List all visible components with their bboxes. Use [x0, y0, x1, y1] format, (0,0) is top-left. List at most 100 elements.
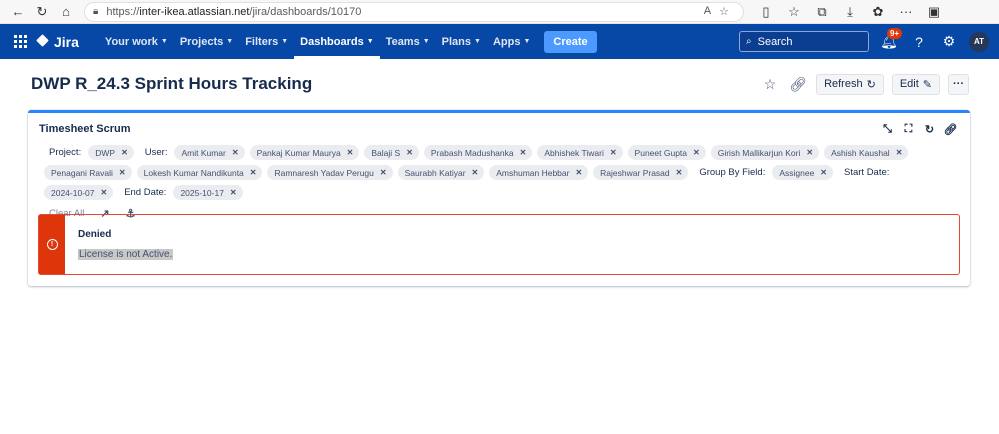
error-message: License is not Active.: [78, 249, 174, 260]
refresh-gadget-icon[interactable]: ↻: [922, 122, 937, 137]
remove-icon[interactable]: ✕: [232, 148, 239, 157]
user-chip[interactable]: Ashish Kaushal ✕: [824, 145, 909, 160]
remove-icon[interactable]: ✕: [896, 148, 903, 157]
dashboard-header: DWP R_24.3 Sprint Hours Tracking ☆ 🔗︎ Re…: [0, 59, 999, 109]
downloads-icon[interactable]: ⤓: [838, 2, 862, 22]
nav-your-work[interactable]: Your work ▼: [99, 24, 174, 59]
user-chip[interactable]: Amshuman Hebbar ✕: [489, 165, 589, 180]
favorites-icon[interactable]: ☆: [782, 2, 806, 22]
favorite-star-icon[interactable]: ☆: [719, 5, 729, 18]
url-prefix: https://: [106, 5, 140, 18]
remove-icon[interactable]: ✕: [820, 168, 827, 177]
collections-icon[interactable]: ⧉: [810, 2, 834, 22]
remove-icon[interactable]: ✕: [575, 168, 582, 177]
user-chip[interactable]: Amit Kumar ✕: [174, 145, 245, 160]
user-chip[interactable]: Penagani Ravali ✕: [44, 165, 132, 180]
chevron-down-icon: ▼: [226, 38, 234, 45]
read-aloud-icon[interactable]: A: [704, 5, 711, 18]
filter-bar: Project: DWP ✕ User: Amit Kumar ✕ Pankaj K…: [28, 145, 970, 200]
remove-icon[interactable]: ✕: [230, 188, 237, 197]
user-chip[interactable]: Saurabh Katiyar ✕: [397, 165, 485, 180]
nav-projects[interactable]: Projects ▼: [174, 24, 239, 59]
remove-icon[interactable]: ✕: [676, 168, 683, 177]
remove-icon[interactable]: ✕: [250, 168, 257, 177]
user-chip[interactable]: Ramnaresh Yadav Perugu ✕: [267, 165, 393, 180]
gadget-title: Timesheet Scrum: [39, 123, 131, 135]
split-screen-icon[interactable]: ▯: [754, 2, 778, 22]
link-icon[interactable]: 🔗︎: [788, 74, 808, 94]
fullscreen-icon[interactable]: ⛶: [901, 122, 916, 137]
user-chip[interactable]: Pankaj Kumar Maurya ✕: [249, 145, 360, 160]
project-label: Project:: [49, 147, 82, 158]
remove-icon[interactable]: ✕: [406, 148, 413, 157]
remove-icon[interactable]: ✕: [806, 148, 813, 157]
jira-logo[interactable]: Jira: [38, 34, 79, 50]
app-switcher-icon[interactable]: [14, 34, 28, 49]
extension-icon[interactable]: ✿: [866, 2, 890, 22]
more-actions-button[interactable]: ···: [948, 73, 969, 95]
chevron-down-icon: ▼: [366, 38, 374, 45]
menu-dots-icon[interactable]: ···: [894, 2, 918, 22]
end-date-chip[interactable]: 2025-10-17 ✕: [173, 185, 243, 200]
start-date-chip[interactable]: 2024-10-07 ✕: [44, 185, 114, 200]
remove-icon[interactable]: ✕: [520, 148, 527, 157]
chevron-down-icon: ▼: [160, 38, 168, 45]
pencil-icon: ✎: [922, 78, 932, 91]
chevron-down-icon: ▼: [422, 38, 430, 45]
remove-icon[interactable]: ✕: [472, 168, 479, 177]
sidebar-icon[interactable]: ▣: [922, 2, 946, 22]
settings-gear-icon[interactable]: ⚙: [939, 32, 959, 52]
remove-icon[interactable]: ✕: [380, 168, 387, 177]
project-chip[interactable]: DWP ✕: [88, 145, 134, 160]
refresh-icon: ↻: [866, 78, 876, 91]
avatar[interactable]: AT: [969, 31, 989, 52]
chevron-down-icon: ▼: [523, 38, 531, 45]
refresh-button[interactable]: Refresh ↻: [816, 73, 884, 95]
nav-teams[interactable]: Teams ▼: [380, 24, 436, 59]
user-chip[interactable]: Girish Mallikarjun Kori ✕: [710, 145, 820, 160]
user-chip[interactable]: Prabash Madushanka ✕: [423, 145, 533, 160]
edit-button[interactable]: Edit ✎: [891, 73, 940, 95]
help-icon[interactable]: ?: [909, 32, 929, 52]
search-icon: ⌕: [746, 36, 752, 47]
home-icon[interactable]: ⌂: [54, 2, 78, 22]
jira-logo-icon: [38, 36, 50, 48]
user-chip[interactable]: Balaji S ✕: [364, 145, 419, 160]
group-by-label: Group By Field:: [699, 167, 766, 178]
nav-plans[interactable]: Plans ▼: [436, 24, 487, 59]
remove-icon[interactable]: ✕: [347, 148, 354, 157]
user-chip[interactable]: Puneet Gupta ✕: [627, 145, 706, 160]
back-icon[interactable]: ←: [6, 2, 30, 22]
timesheet-gadget: Timesheet Scrum ⤡ ⛶ ↻ 🔗︎ Project: DWP ✕ U…: [28, 110, 970, 286]
create-button[interactable]: Create: [544, 30, 597, 53]
remove-icon[interactable]: ✕: [693, 148, 700, 157]
user-chip[interactable]: Abhishek Tiwari ✕: [537, 145, 623, 160]
end-date-label: End Date:: [124, 187, 167, 198]
remove-icon[interactable]: ✕: [610, 148, 617, 157]
nav-filters[interactable]: Filters ▼: [239, 24, 294, 59]
chevron-down-icon: ▼: [281, 38, 289, 45]
error-message-box: ! Denied License is not Active.: [38, 214, 960, 275]
error-icon: !: [46, 239, 58, 250]
remove-icon[interactable]: ✕: [121, 148, 128, 157]
address-bar[interactable]: 🔒︎ https://inter-ikea.atlassian.net/jira…: [84, 1, 744, 22]
minimize-icon[interactable]: ⤡: [880, 122, 895, 137]
top-navigation: Jira Your work ▼ Projects ▼ Filters ▼ Dashb…: [0, 24, 999, 59]
nav-dashboards[interactable]: Dashboards ▼: [294, 24, 380, 59]
page-title: DWP R_24.3 Sprint Hours Tracking: [31, 74, 313, 93]
lock-icon: 🔒︎: [93, 6, 99, 17]
error-title: Denied: [78, 229, 112, 240]
notifications-badge: 9+: [887, 27, 903, 39]
reload-icon[interactable]: ↻: [30, 2, 54, 22]
gadget-link-icon[interactable]: 🔗︎: [943, 122, 958, 137]
notifications-icon[interactable]: 🔔︎ 9+: [879, 27, 903, 52]
user-chip[interactable]: Rajeshwar Prasad ✕: [593, 165, 689, 180]
nav-apps[interactable]: Apps ▼: [487, 24, 536, 59]
group-by-chip[interactable]: Assignee ✕: [772, 165, 833, 180]
url-host: inter-ikea.atlassian.net: [139, 5, 250, 18]
remove-icon[interactable]: ✕: [119, 168, 126, 177]
search-input[interactable]: ⌕ Search: [739, 31, 869, 52]
user-chip[interactable]: Lokesh Kumar Nandikunta ✕: [136, 165, 263, 180]
star-icon[interactable]: ☆: [760, 74, 780, 94]
remove-icon[interactable]: ✕: [100, 188, 107, 197]
